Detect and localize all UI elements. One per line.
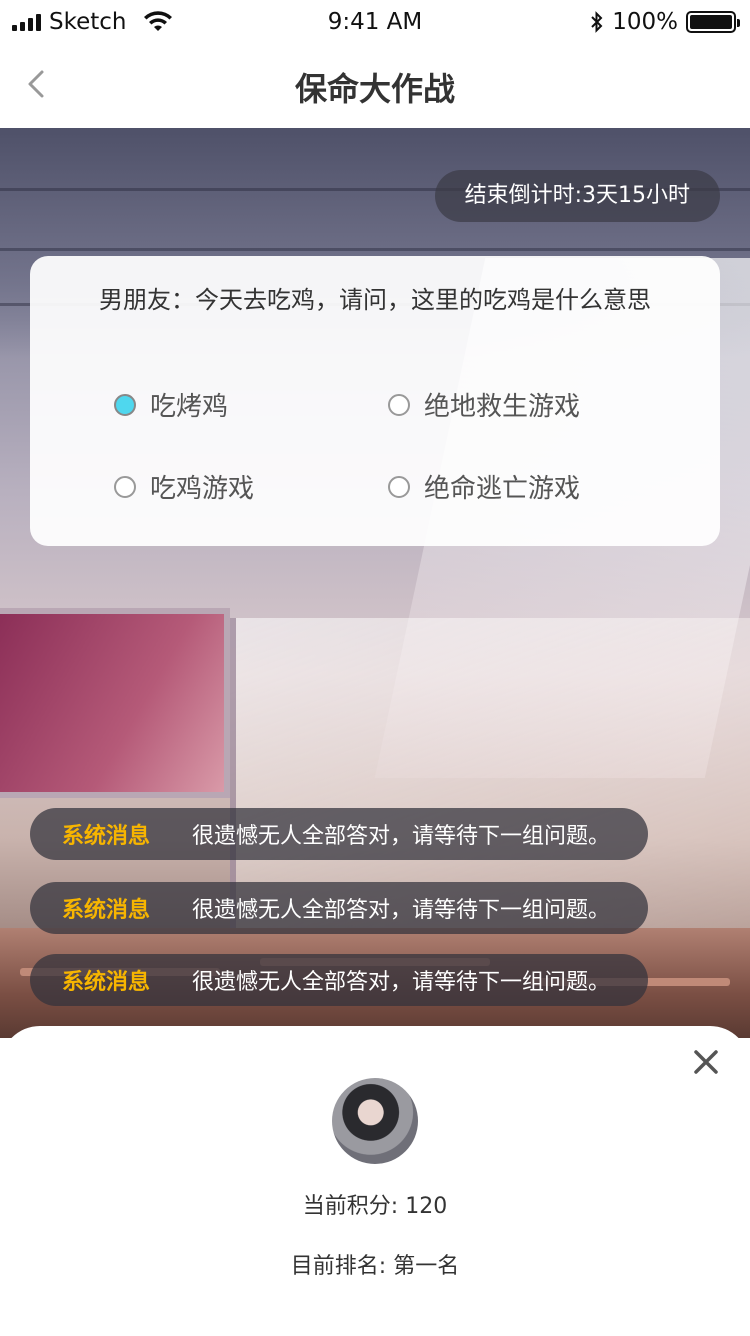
status-right: 100% (590, 9, 740, 35)
system-message-tag: 系统消息 (62, 824, 151, 849)
system-message: 系统消息 很遗憾无人全部答对，请等待下一组问题。 (30, 954, 648, 1006)
system-message: 系统消息 很遗憾无人全部答对，请等待下一组问题。 (30, 808, 648, 860)
system-message-text: 很遗憾无人全部答对，请等待下一组问题。 (192, 898, 611, 923)
profile-sheet: 当前积分: 120 目前排名: 第一名 (0, 1026, 750, 1336)
option-2[interactable]: 绝地救生游戏 (388, 386, 580, 423)
bluetooth-icon (591, 11, 603, 33)
option-label: 绝地救生游戏 (424, 392, 581, 422)
radio-icon (114, 475, 136, 498)
option-1[interactable]: 吃烤鸡 (114, 386, 228, 423)
system-message-tag: 系统消息 (62, 970, 151, 995)
current-rank: 目前排名: 第一名 (290, 1254, 460, 1279)
nav-bar: 保命大作战 (0, 42, 750, 128)
avatar (332, 1078, 418, 1164)
option-3[interactable]: 吃鸡游戏 (114, 468, 254, 505)
status-bar: Sketch 9:41 AM 100% (0, 0, 750, 42)
radio-selected-icon (114, 393, 136, 416)
countdown-badge: 结束倒计时:3天15小时 (434, 170, 720, 222)
system-message-tag: 系统消息 (62, 898, 151, 923)
option-label: 吃鸡游戏 (150, 474, 255, 504)
battery-icon (686, 11, 740, 33)
question-text: 男朋友：今天去吃鸡，请问，这里的吃鸡是什么意思 (99, 286, 651, 314)
radio-icon (388, 393, 410, 416)
option-label: 绝命逃亡游戏 (424, 474, 581, 504)
battery-percent: 100% (612, 9, 678, 35)
radio-icon (388, 475, 410, 498)
current-score: 当前积分: 120 (302, 1194, 448, 1219)
ceiling-beam (0, 248, 750, 251)
blackboard (0, 608, 230, 798)
system-message-text: 很遗憾无人全部答对，请等待下一组问题。 (192, 824, 611, 849)
page-title: 保命大作战 (294, 70, 455, 108)
close-icon[interactable] (692, 1048, 720, 1076)
system-message-text: 很遗憾无人全部答对，请等待下一组问题。 (192, 970, 611, 995)
option-label: 吃烤鸡 (150, 392, 229, 422)
question-card: 男朋友：今天去吃鸡，请问，这里的吃鸡是什么意思 吃烤鸡 绝地救生游戏 吃鸡游戏 … (30, 256, 720, 546)
option-4[interactable]: 绝命逃亡游戏 (388, 468, 580, 505)
system-message: 系统消息 很遗憾无人全部答对，请等待下一组问题。 (30, 882, 648, 934)
